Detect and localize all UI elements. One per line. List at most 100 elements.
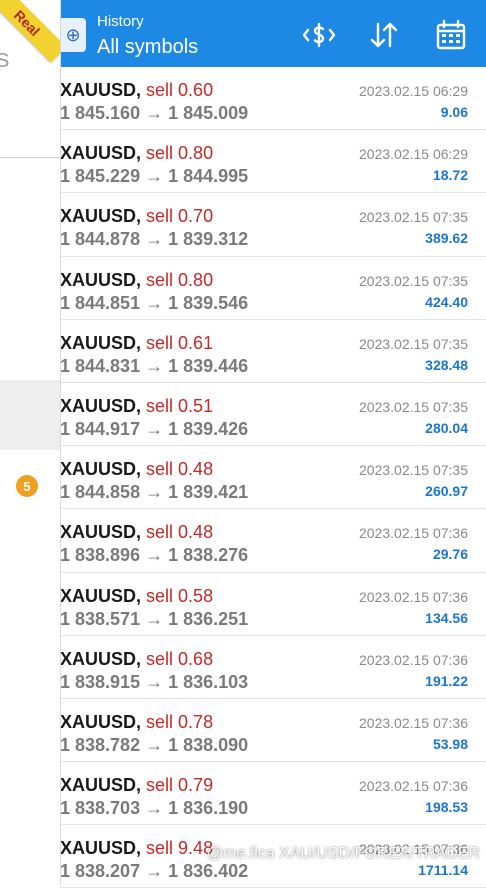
trade-prices: 1 838.571 → 1 836.251 — [60, 608, 249, 629]
trade-action: sell 0.78 — [146, 711, 214, 732]
symbol-name: XAUUSD, — [60, 332, 142, 353]
navigation-drawer: Real S 5 — [0, 0, 61, 885]
trade-row[interactable]: XAUUSD, sell 0.80 1 845.229 → 1 844.995 20… — [60, 130, 486, 194]
trade-symbol: XAUUSD, sell 0.48 — [60, 522, 213, 543]
symbol-name: XAUUSD, — [60, 838, 142, 859]
trade-symbol: XAUUSD, sell 9.48 — [60, 838, 213, 859]
trade-date: 2023.02.15 07:35 — [359, 335, 468, 352]
trade-action: sell 0.70 — [146, 206, 214, 227]
trade-profit: 134.56 — [425, 609, 468, 626]
symbol-name: XAUUSD, — [60, 775, 142, 796]
trade-date: 2023.02.15 07:35 — [359, 462, 468, 479]
header-title[interactable]: All symbols — [97, 36, 198, 59]
trade-prices: 1 844.858 → 1 839.421 — [60, 482, 249, 503]
trade-prices: 1 845.160 → 1 845.009 — [60, 103, 249, 123]
trade-symbol: XAUUSD, sell 0.48 — [60, 459, 213, 480]
trade-symbol: XAUUSD, sell 0.78 — [60, 712, 213, 733]
trade-history-list: XAUUSD, sell 0.60 1 845.160 → 1 845.009 20… — [60, 67, 486, 888]
trade-profit: 424.40 — [425, 293, 468, 310]
trade-prices: 1 838.703 → 1 836.190 — [60, 798, 249, 819]
notification-badge: 5 — [16, 475, 38, 497]
trade-symbol: XAUUSD, sell 0.61 — [60, 333, 213, 354]
drawer-divider — [0, 157, 60, 158]
trade-prices: 1 838.915 → 1 836.103 — [60, 671, 249, 692]
trade-row[interactable]: XAUUSD, sell 0.70 1 844.878 → 1 839.312 20… — [60, 193, 486, 257]
trade-profit: 280.04 — [425, 419, 468, 436]
trade-row[interactable]: XAUUSD, sell 0.79 1 838.703 → 1 836.190 20… — [60, 762, 486, 826]
trade-action: sell 0.79 — [146, 775, 214, 796]
symbol-name: XAUUSD, — [60, 206, 142, 227]
trade-profit: 1711.14 — [418, 862, 468, 879]
trade-prices: 1 844.917 → 1 839.426 — [60, 418, 249, 439]
watermark: @me.fica XAU/USD/FOREX/TRADER — [206, 845, 480, 862]
trade-symbol: XAUUSD, sell 0.68 — [60, 649, 213, 670]
symbol-name: XAUUSD, — [60, 711, 142, 732]
calendar-icon[interactable] — [432, 16, 470, 54]
trade-symbol: XAUUSD, sell 0.58 — [60, 586, 213, 607]
app-header: ⊕ History All symbols — [60, 0, 486, 67]
trade-profit: 260.97 — [425, 483, 468, 500]
trade-profit: 18.72 — [432, 167, 468, 184]
symbol-name: XAUUSD, — [60, 143, 142, 164]
trade-action: sell 0.80 — [146, 143, 214, 164]
trade-profit: 328.48 — [425, 356, 468, 373]
trade-prices: 1 838.207 → 1 836.402 — [60, 861, 249, 882]
trade-action: sell 0.51 — [146, 395, 214, 416]
trade-symbol: XAUUSD, sell 0.70 — [60, 206, 213, 227]
trade-date: 2023.02.15 06:29 — [359, 83, 468, 99]
trade-profit: 389.62 — [425, 230, 468, 247]
trade-row[interactable]: XAUUSD, sell 0.48 1 844.858 → 1 839.421 20… — [60, 446, 486, 510]
symbol-name: XAUUSD, — [60, 522, 142, 543]
mt-app-icon[interactable]: ⊕ — [60, 18, 86, 52]
trade-date: 2023.02.15 07:36 — [359, 778, 468, 795]
dollar-swap-icon[interactable] — [300, 16, 338, 54]
trade-profit: 191.22 — [425, 672, 468, 689]
trade-row[interactable]: XAUUSD, sell 0.68 1 838.915 → 1 836.103 20… — [60, 636, 486, 699]
trade-profit: 29.76 — [432, 546, 468, 563]
drawer-selected-item[interactable] — [0, 380, 60, 450]
trade-profit: 198.53 — [425, 799, 468, 816]
trade-profit: 9.06 — [440, 104, 468, 120]
trade-symbol: XAUUSD, sell 0.80 — [60, 143, 213, 164]
trade-date: 2023.02.15 07:36 — [359, 651, 468, 668]
trade-prices: 1 844.878 → 1 839.312 — [60, 229, 249, 250]
trade-action: sell 0.80 — [146, 269, 214, 290]
trade-action: sell 0.60 — [146, 80, 214, 100]
drawer-partial-text: S — [0, 50, 10, 72]
trade-date: 2023.02.15 07:36 — [359, 588, 468, 605]
trade-prices: 1 838.896 → 1 838.276 — [60, 545, 249, 566]
trade-symbol: XAUUSD, sell 0.51 — [60, 396, 213, 417]
trade-row[interactable]: XAUUSD, sell 0.61 1 844.831 → 1 839.446 20… — [60, 320, 486, 383]
symbol-name: XAUUSD, — [60, 648, 142, 669]
header-subtitle: History — [97, 13, 144, 30]
symbol-name: XAUUSD, — [60, 459, 142, 480]
symbol-name: XAUUSD, — [60, 585, 142, 606]
trade-prices: 1 844.851 → 1 839.546 — [60, 292, 249, 313]
symbol-name: XAUUSD, — [60, 80, 142, 100]
trade-date: 2023.02.15 07:35 — [359, 272, 468, 289]
symbol-name: XAUUSD, — [60, 395, 142, 416]
trade-row[interactable]: XAUUSD, sell 0.78 1 838.782 → 1 838.090 20… — [60, 699, 486, 763]
trade-date: 2023.02.15 07:35 — [359, 209, 468, 226]
sort-icon[interactable] — [365, 16, 403, 54]
trade-row[interactable]: XAUUSD, sell 0.80 1 844.851 → 1 839.546 20… — [60, 257, 486, 320]
trade-date: 2023.02.15 07:36 — [359, 714, 468, 731]
trade-action: sell 0.58 — [146, 585, 214, 606]
trade-action: sell 0.48 — [146, 522, 214, 543]
trade-date: 2023.02.15 06:29 — [359, 146, 468, 163]
trade-action: sell 0.61 — [146, 332, 214, 353]
trade-symbol: XAUUSD, sell 0.80 — [60, 270, 213, 291]
trade-prices: 1 844.831 → 1 839.446 — [60, 355, 249, 376]
trade-action: sell 9.48 — [146, 838, 214, 859]
trade-date: 2023.02.15 07:35 — [359, 398, 468, 415]
trade-date: 2023.02.15 07:36 — [359, 525, 468, 542]
trade-row[interactable]: XAUUSD, sell 0.58 1 838.571 → 1 836.251 20… — [60, 573, 486, 636]
trade-row[interactable]: XAUUSD, sell 0.48 1 838.896 → 1 838.276 20… — [60, 509, 486, 573]
trade-prices: 1 838.782 → 1 838.090 — [60, 734, 249, 755]
trade-action: sell 0.48 — [146, 459, 214, 480]
trade-symbol: XAUUSD, sell 0.79 — [60, 775, 213, 796]
trade-symbol: XAUUSD, sell 0.60 — [60, 80, 213, 101]
trade-profit: 53.98 — [432, 735, 468, 752]
trade-row[interactable]: XAUUSD, sell 0.51 1 844.917 → 1 839.426 20… — [60, 383, 486, 447]
trade-row[interactable]: XAUUSD, sell 0.60 1 845.160 → 1 845.009 20… — [60, 67, 486, 131]
